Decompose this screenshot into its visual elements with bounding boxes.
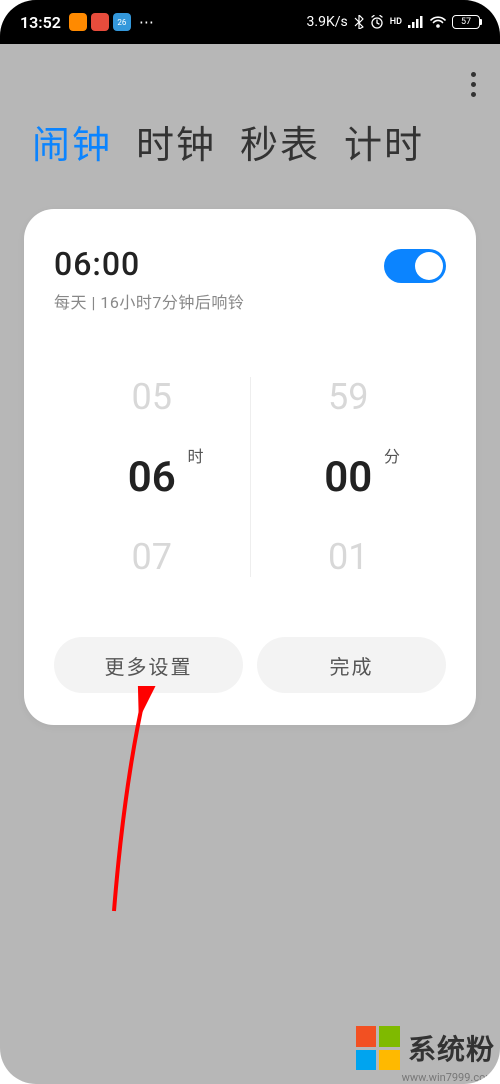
watermark-text: 系统粉 bbox=[408, 1028, 495, 1068]
hour-selected: 06 时 bbox=[62, 437, 242, 517]
menu-icon[interactable] bbox=[471, 72, 476, 97]
bluetooth-icon bbox=[354, 15, 364, 29]
app-icon-3: 26 bbox=[113, 13, 131, 31]
app-icon-2 bbox=[91, 13, 109, 31]
min-unit: 分 bbox=[384, 443, 400, 467]
status-bar: 13:52 26 ⋯ 3.9K/s HD 57 bbox=[0, 0, 500, 44]
status-more-icon: ⋯ bbox=[139, 13, 156, 31]
signal-icon bbox=[408, 16, 424, 28]
hour-picker[interactable]: 05 06 时 07 bbox=[62, 357, 242, 597]
tab-clock[interactable]: 时钟 bbox=[136, 114, 216, 169]
tab-stopwatch[interactable]: 秒表 bbox=[240, 114, 320, 169]
alarm-edit-card: 06:00 每天 | 16小时7分钟后响铃 05 06 时 07 59 00 bbox=[24, 209, 476, 725]
tab-alarm[interactable]: 闹钟 bbox=[32, 114, 112, 169]
more-settings-button[interactable]: 更多设置 bbox=[54, 637, 243, 693]
network-speed: 3.9K/s bbox=[307, 14, 348, 30]
hour-next: 07 bbox=[62, 517, 242, 597]
hour-prev: 05 bbox=[62, 357, 242, 437]
alarm-toggle[interactable] bbox=[384, 249, 446, 283]
battery-icon: 57 bbox=[452, 15, 480, 29]
min-prev: 59 bbox=[259, 357, 439, 437]
minute-picker[interactable]: 59 00 分 01 bbox=[259, 357, 439, 597]
alarm-status-icon bbox=[370, 15, 384, 29]
watermark-url: www.win7999.com bbox=[402, 1071, 495, 1084]
alarm-desc: 每天 | 16小时7分钟后响铃 bbox=[54, 289, 384, 313]
status-app-icons: 26 bbox=[69, 13, 131, 31]
microsoft-logo-icon bbox=[356, 1026, 400, 1070]
min-selected: 00 分 bbox=[259, 437, 439, 517]
tab-bar: 闹钟 时钟 秒表 计时 bbox=[20, 72, 480, 199]
alarm-time: 06:00 bbox=[54, 245, 384, 283]
tab-timer[interactable]: 计时 bbox=[344, 114, 424, 169]
wifi-icon bbox=[430, 16, 446, 28]
hd-icon: HD bbox=[390, 17, 402, 27]
watermark: 系统粉 bbox=[356, 1026, 495, 1070]
done-button[interactable]: 完成 bbox=[257, 637, 446, 693]
app-icon-1 bbox=[69, 13, 87, 31]
status-time: 13:52 bbox=[20, 13, 61, 32]
hour-unit: 时 bbox=[187, 443, 203, 467]
min-next: 01 bbox=[259, 517, 439, 597]
